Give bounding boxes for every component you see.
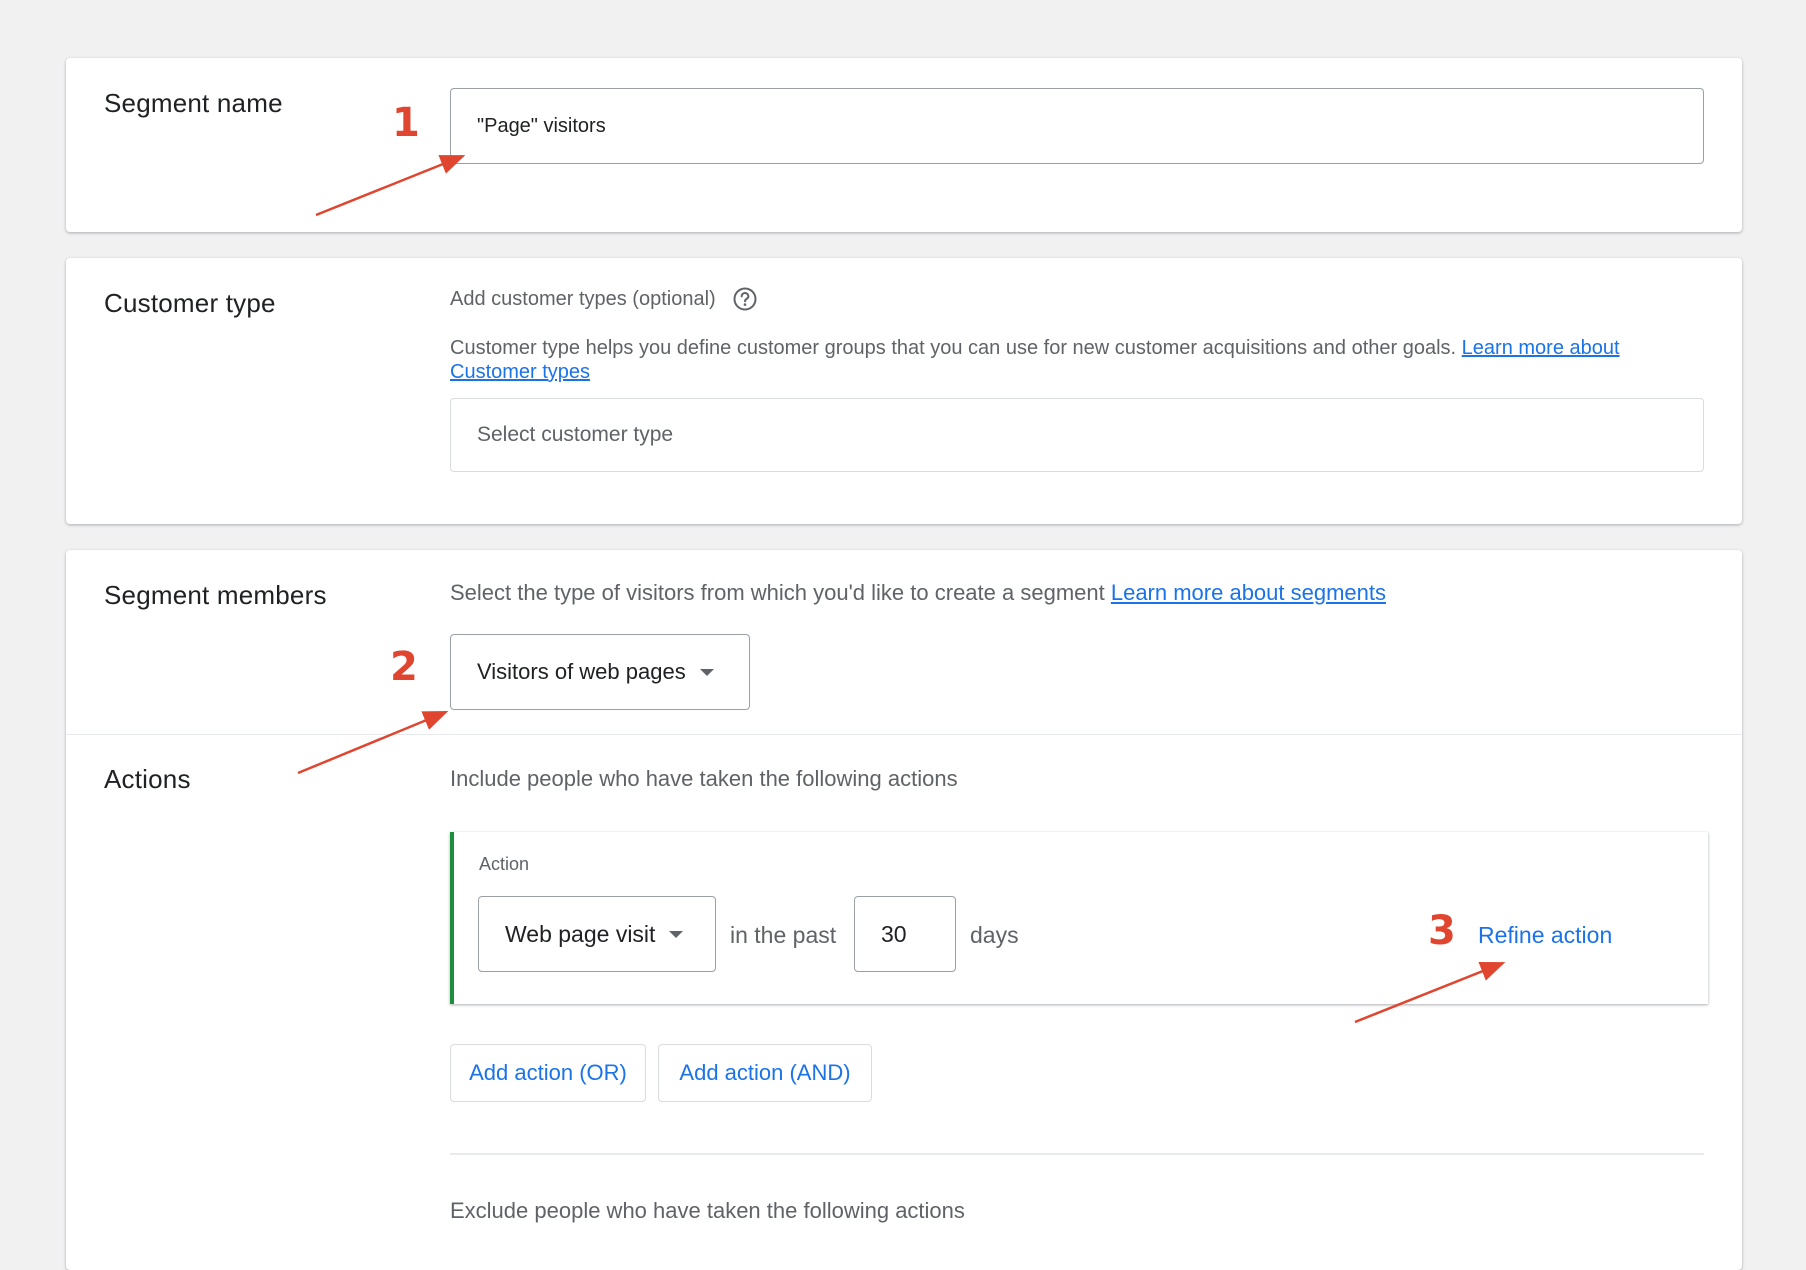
segment-members-title: Segment members	[104, 580, 327, 610]
annotation-step-2: 2	[390, 644, 418, 690]
segment-members-description-block: Select the type of visitors from which y…	[450, 580, 1386, 606]
segment-name-input[interactable]	[451, 89, 1703, 163]
include-actions-text: Include people who have taken the follow…	[450, 766, 958, 791]
add-action-and-button[interactable]: Add action (AND)	[658, 1044, 872, 1102]
customer-type-label: Add customer types (optional)	[450, 287, 716, 310]
learn-more-segments-link[interactable]: Learn more about segments	[1111, 580, 1386, 605]
customer-type-card: Customer type Add customer types (option…	[66, 258, 1742, 524]
segment-name-title: Segment name	[104, 88, 283, 118]
add-action-or-button[interactable]: Add action (OR)	[450, 1044, 646, 1102]
action-box: Action Web page visit in the past days R…	[450, 832, 1708, 1004]
visitor-type-dropdown-value: Visitors of web pages	[477, 659, 686, 684]
include-exclude-divider	[450, 1153, 1704, 1155]
visitor-type-dropdown[interactable]: Visitors of web pages	[450, 634, 750, 710]
segment-members-description: Select the type of visitors from which y…	[450, 580, 1111, 605]
annotation-step-1: 1	[392, 100, 420, 146]
chevron-down-icon	[669, 930, 684, 938]
customer-type-select[interactable]: Select customer type	[450, 398, 1704, 472]
segment-members-card: Segment members Select the type of visit…	[66, 550, 1742, 1270]
customer-type-title: Customer type	[104, 288, 276, 318]
exclude-actions-text: Exclude people who have taken the follow…	[450, 1198, 965, 1223]
customer-type-description: Customer type helps you define customer …	[450, 337, 1462, 359]
action-label: Action	[479, 854, 530, 874]
in-the-past-text: in the past	[730, 922, 837, 948]
chevron-down-icon	[699, 668, 714, 676]
segment-name-field[interactable]	[450, 88, 1704, 164]
segment-name-card: Segment name	[66, 58, 1742, 232]
action-type-value: Web page visit	[505, 920, 656, 947]
action-type-dropdown[interactable]: Web page visit	[478, 896, 716, 972]
actions-title: Actions	[104, 764, 191, 794]
customer-type-label-row: Add customer types (optional)	[450, 286, 758, 312]
customer-type-select-placeholder: Select customer type	[477, 423, 674, 446]
days-label: days	[970, 922, 1019, 948]
refine-action-link[interactable]: Refine action	[1478, 922, 1612, 949]
section-divider	[66, 734, 1742, 735]
customer-type-description-block: Customer type helps you define customer …	[450, 336, 1710, 384]
help-circle-icon[interactable]	[732, 286, 758, 312]
days-field[interactable]	[854, 896, 956, 972]
annotation-step-3: 3	[1428, 908, 1456, 954]
days-input[interactable]	[855, 897, 955, 971]
